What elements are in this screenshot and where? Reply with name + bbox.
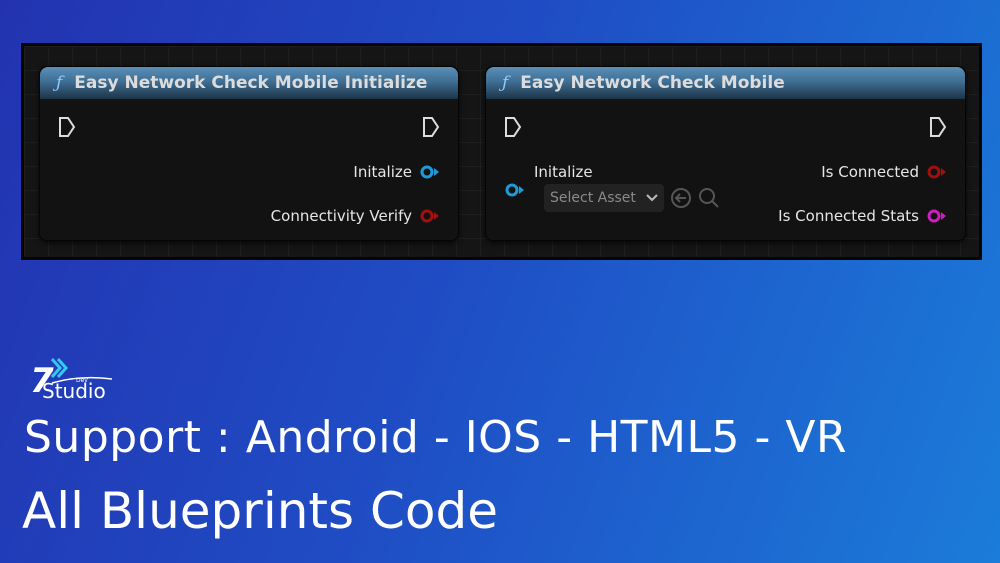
subheadline: All Blueprints Code xyxy=(22,482,498,540)
node-header[interactable]: ƒ Easy Network Check Mobile Initialize xyxy=(40,67,458,99)
node-header[interactable]: ƒ Easy Network Check Mobile xyxy=(486,67,965,99)
use-selected-arrow-icon[interactable] xyxy=(670,187,692,209)
object-pin-icon[interactable] xyxy=(420,165,440,179)
input-object-pin-icon[interactable] xyxy=(505,183,525,197)
exec-out-pin-icon[interactable] xyxy=(422,116,440,138)
select-asset-dropdown[interactable]: Select Asset xyxy=(544,184,664,212)
enum-pin-icon[interactable] xyxy=(927,209,947,223)
function-icon: ƒ xyxy=(56,73,63,93)
output-is-connected-stats[interactable]: Is Connected Stats xyxy=(778,207,947,225)
logo-7studio: 7 Dev Studio xyxy=(30,355,120,409)
exec-in-pin-icon[interactable] xyxy=(504,116,522,138)
node-title: Easy Network Check Mobile Initialize xyxy=(74,73,428,93)
blueprint-graph: ƒ Easy Network Check Mobile Initialize In… xyxy=(21,43,982,260)
pin-label: Connectivity Verify xyxy=(270,207,412,225)
headline: Support : Android - IOS - HTML5 - VR xyxy=(24,412,848,463)
output-is-connected[interactable]: Is Connected xyxy=(821,163,947,181)
node-title: Easy Network Check Mobile xyxy=(520,73,785,93)
select-placeholder: Select Asset xyxy=(550,190,636,206)
pin-label: Initalize xyxy=(353,163,412,181)
bool-pin-icon[interactable] xyxy=(927,165,947,179)
node-network-check[interactable]: ƒ Easy Network Check Mobile Initalize Sel… xyxy=(485,66,966,241)
browse-search-icon[interactable] xyxy=(698,187,720,209)
logo-text: Studio xyxy=(42,379,106,403)
chevron-down-icon xyxy=(646,194,658,202)
node-network-check-initialize[interactable]: ƒ Easy Network Check Mobile Initialize In… xyxy=(39,66,459,241)
pin-label: Is Connected Stats xyxy=(778,207,919,225)
output-initalize[interactable]: Initalize xyxy=(353,163,440,181)
output-connectivity-verify[interactable]: Connectivity Verify xyxy=(271,207,440,225)
input-label: Initalize xyxy=(534,163,593,181)
function-icon: ƒ xyxy=(502,73,509,93)
bool-pin-icon[interactable] xyxy=(420,209,440,223)
exec-in-pin-icon[interactable] xyxy=(58,116,76,138)
exec-out-pin-icon[interactable] xyxy=(929,116,947,138)
pin-label: Is Connected xyxy=(821,163,919,181)
